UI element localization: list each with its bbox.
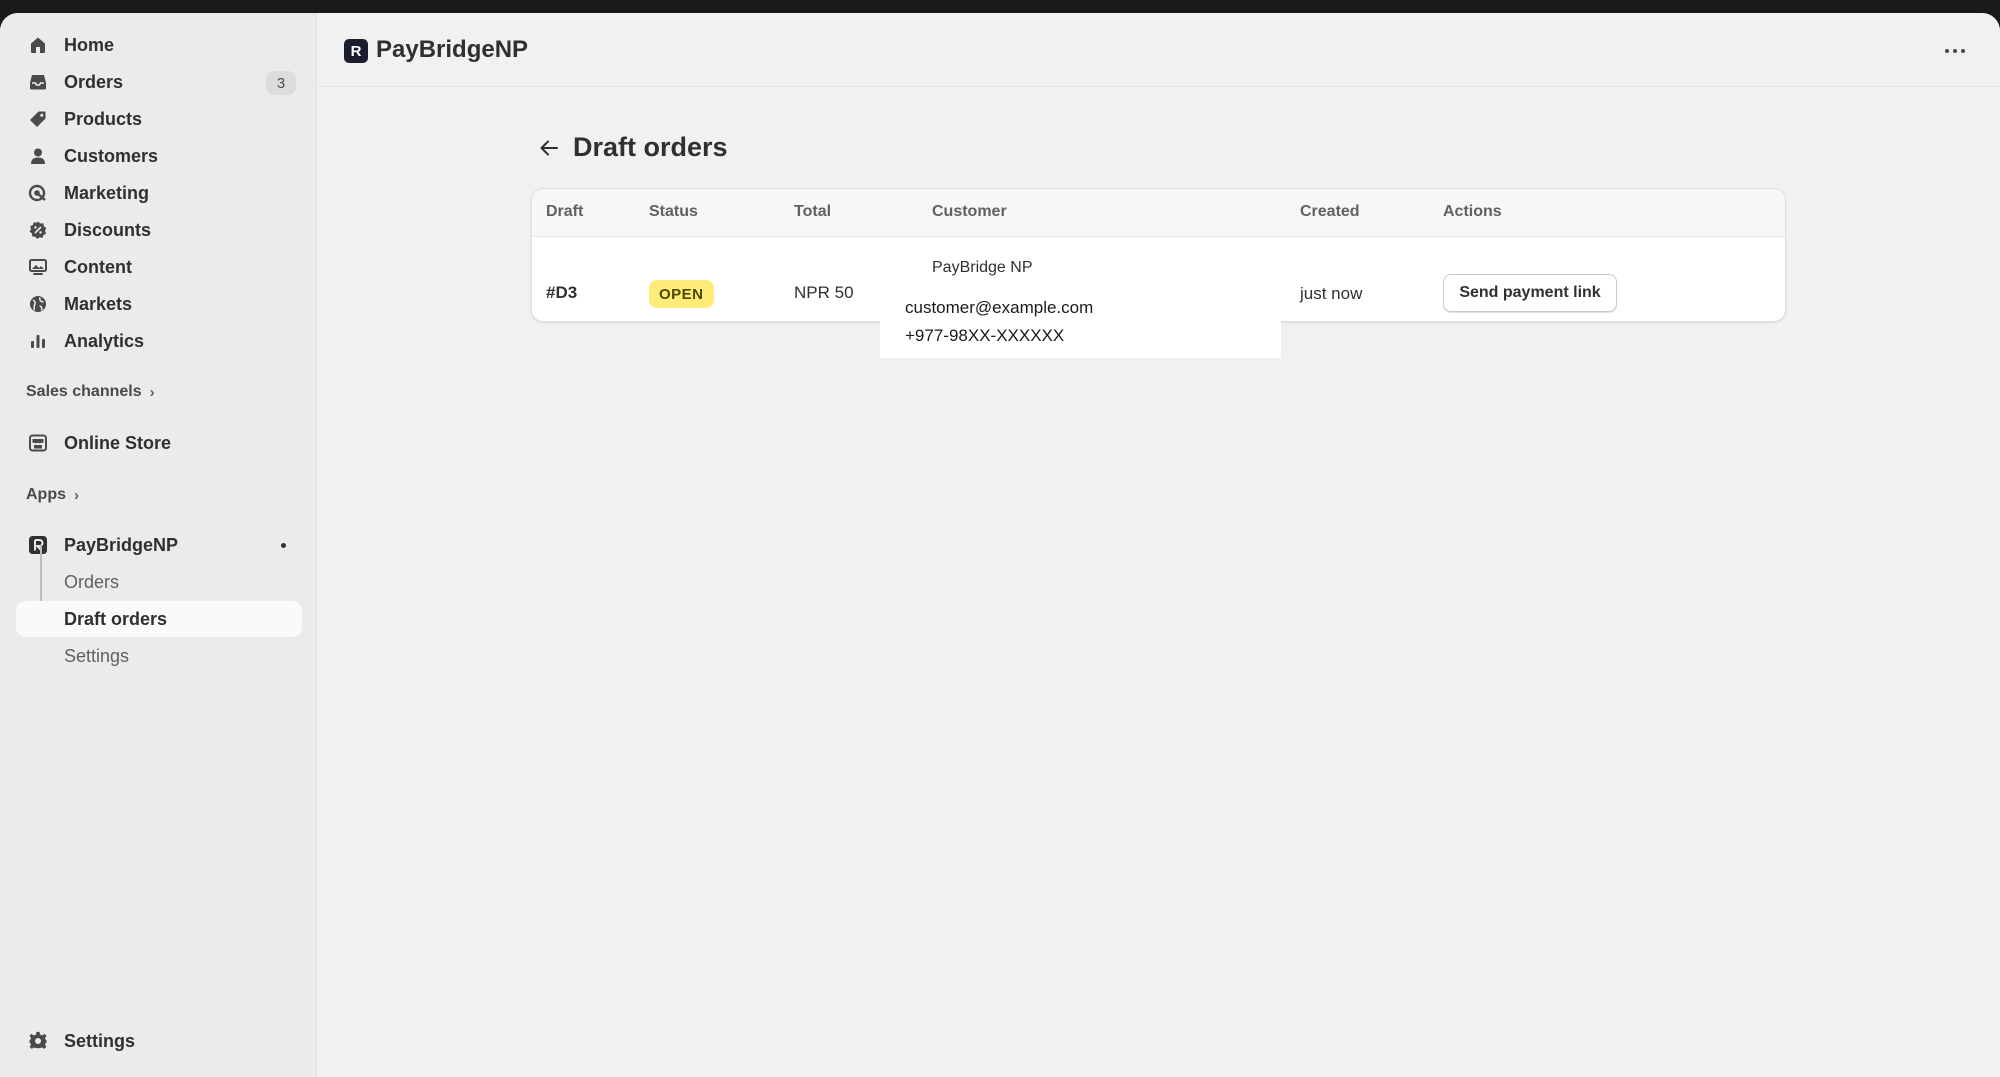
- sidebar-item-content[interactable]: Content: [16, 249, 302, 285]
- sidebar-subitem-label: Orders: [64, 572, 120, 592]
- order-total: NPR 50: [794, 283, 854, 302]
- column-header-actions: Actions: [1443, 203, 1502, 220]
- customer-details: PayBridge NP customer@example.com +977-9…: [880, 250, 1281, 358]
- sidebar-item-marketing[interactable]: Marketing: [16, 175, 302, 211]
- sidebar-item-label: Home: [64, 35, 115, 55]
- sidebar-item-label: Content: [64, 257, 132, 277]
- sidebar-item-label: PayBridgeNP: [64, 535, 179, 555]
- target-icon: [28, 183, 48, 203]
- home-icon: [28, 35, 48, 55]
- more-actions-button[interactable]: [1940, 39, 1970, 63]
- chevron-right-icon: ›: [74, 486, 79, 504]
- top-bar: R PayBridgeNP: [318, 13, 2000, 87]
- pinned-dot-icon: [281, 543, 286, 548]
- sidebar: Home Orders 3 Products Customers Marketi…: [0, 13, 317, 1077]
- column-header-draft: Draft: [546, 203, 584, 220]
- column-header-customer: Customer: [932, 203, 1007, 220]
- sidebar-item-label: Settings: [64, 1031, 136, 1051]
- sidebar-item-label: Products: [64, 109, 143, 129]
- sidebar-item-label: Customers: [64, 146, 159, 166]
- sidebar-subitem-label: Draft orders: [64, 609, 168, 629]
- inbox-icon: [28, 72, 48, 92]
- apps-label: Apps: [26, 486, 66, 503]
- sidebar-subitem-settings[interactable]: Settings: [16, 638, 302, 674]
- column-header-created: Created: [1300, 203, 1360, 220]
- more-dot: [1961, 49, 1965, 53]
- tag-icon: [28, 109, 48, 129]
- sales-channels-label: Sales channels: [26, 383, 142, 400]
- arrow-left-icon: [540, 140, 558, 156]
- sidebar-item-products[interactable]: Products: [16, 101, 302, 137]
- more-dot: [1953, 49, 1957, 53]
- sidebar-subitem-orders[interactable]: Orders: [16, 564, 302, 600]
- customer-email: customer@example.com: [905, 298, 1094, 317]
- created-time: just now: [1300, 284, 1363, 303]
- customer-name: PayBridge NP: [932, 259, 1033, 276]
- chevron-right-icon: ›: [149, 383, 155, 401]
- sidebar-item-label: Analytics: [64, 331, 145, 351]
- person-icon: [28, 146, 48, 166]
- send-payment-link-button[interactable]: Send payment link: [1443, 274, 1617, 312]
- sidebar-item-analytics[interactable]: Analytics: [16, 323, 302, 359]
- sidebar-item-label: Marketing: [64, 183, 150, 203]
- sidebar-item-markets[interactable]: Markets: [16, 286, 302, 322]
- draft-id[interactable]: #D3: [546, 283, 577, 303]
- sidebar-item-paybridgenp[interactable]: PayBridgeNP: [16, 527, 302, 563]
- sidebar-subitem-label: Settings: [64, 646, 130, 666]
- status-badge: OPEN: [649, 280, 714, 308]
- table-header: Draft Status Total Customer Created Acti…: [532, 189, 1785, 237]
- app-logo-icon: [28, 535, 48, 555]
- sidebar-item-online-store[interactable]: Online Store: [16, 425, 302, 461]
- app-frame: Home Orders 3 Products Customers Marketi…: [0, 13, 2000, 1077]
- orders-count-badge: 3: [266, 71, 296, 95]
- sidebar-item-customers[interactable]: Customers: [16, 138, 302, 174]
- page-title: Draft orders: [573, 132, 728, 162]
- image-icon: [28, 257, 48, 277]
- store-icon: [28, 433, 48, 453]
- sidebar-item-discounts[interactable]: Discounts: [16, 212, 302, 248]
- sidebar-item-orders[interactable]: Orders 3: [16, 64, 302, 100]
- sidebar-item-label: Markets: [64, 294, 133, 314]
- sidebar-item-settings[interactable]: Settings: [16, 1023, 302, 1059]
- globe-icon: [28, 294, 48, 314]
- apps-heading[interactable]: Apps ›: [26, 486, 79, 504]
- app-title: PayBridgeNP: [376, 36, 529, 63]
- sidebar-subitem-draft-orders[interactable]: Draft orders: [16, 601, 302, 637]
- sidebar-item-label: Discounts: [64, 220, 152, 240]
- app-logo-icon: R: [344, 39, 368, 63]
- sidebar-item-label: Orders: [64, 72, 124, 92]
- back-button[interactable]: [536, 135, 562, 161]
- column-header-total: Total: [794, 203, 832, 220]
- customer-phone: +977-98XX-XXXXXX: [905, 326, 1065, 345]
- column-header-status: Status: [649, 203, 698, 220]
- bar-chart-icon: [28, 331, 48, 351]
- sidebar-item-home[interactable]: Home: [16, 27, 302, 63]
- more-dot: [1945, 49, 1949, 53]
- gear-icon: [28, 1031, 48, 1051]
- sales-channels-heading[interactable]: Sales channels ›: [26, 383, 155, 401]
- discount-icon: [28, 220, 48, 240]
- sidebar-item-label: Online Store: [64, 433, 172, 453]
